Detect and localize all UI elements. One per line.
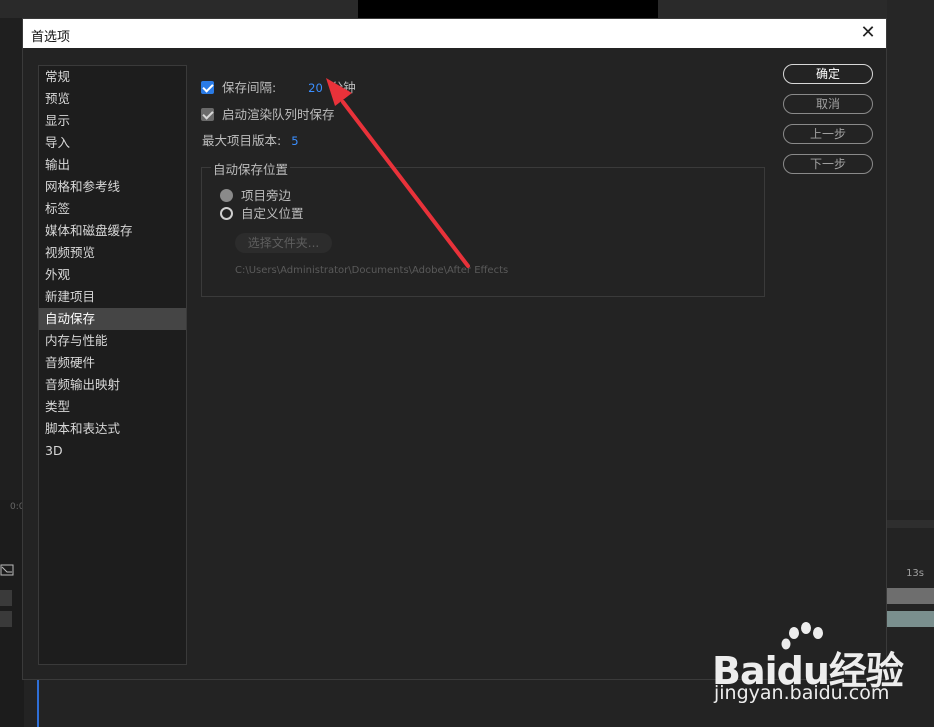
sidebar-item[interactable]: 内存与性能 bbox=[39, 330, 186, 352]
sidebar-item[interactable]: 显示 bbox=[39, 110, 186, 132]
radio-custom-location-label: 自定义位置 bbox=[240, 206, 304, 221]
autosave-location-legend: 自动保存位置 bbox=[211, 159, 291, 178]
sidebar-item[interactable]: 常规 bbox=[39, 66, 186, 88]
sidebar-item[interactable]: 外观 bbox=[39, 264, 186, 286]
save-interval-value[interactable]: 20 bbox=[308, 81, 323, 95]
baidu-watermark: Baidu经验 jingyan.baidu.com bbox=[712, 622, 912, 715]
layer-switch[interactable] bbox=[0, 590, 12, 606]
radio-custom-location-row: 自定义位置 bbox=[220, 203, 304, 222]
sidebar-item[interactable]: 新建项目 bbox=[39, 286, 186, 308]
max-versions-row: 最大项目版本: 5 bbox=[202, 130, 299, 149]
sidebar-item[interactable]: 音频硬件 bbox=[39, 352, 186, 374]
max-versions-label: 最大项目版本: bbox=[202, 133, 282, 148]
dialog-title: 首选项 bbox=[31, 30, 71, 45]
save-interval-row: 保存间隔: 20 分钟 bbox=[201, 77, 356, 96]
sidebar-item[interactable]: 脚本和表达式 bbox=[39, 418, 186, 440]
timeline-time-marker: 13s bbox=[906, 568, 924, 579]
sidebar-item[interactable]: 标签 bbox=[39, 198, 186, 220]
render-queue-row: 启动渲染队列时保存 bbox=[201, 104, 335, 123]
sidebar-item[interactable]: 媒体和磁盘缓存 bbox=[39, 220, 186, 242]
sidebar-item[interactable]: 预览 bbox=[39, 88, 186, 110]
preferences-sidebar: 常规 预览 显示 导入 输出 网格和参考线 标签 媒体和磁盘缓存 视频预览 外观 新建项目 自动保存内… bbox=[38, 65, 187, 665]
sidebar-item[interactable]: 3D bbox=[39, 440, 186, 462]
sidebar-item[interactable]: 输出 bbox=[39, 154, 186, 176]
watermark-url: jingyan.baidu.com bbox=[714, 682, 890, 704]
next-button[interactable]: 下一步 bbox=[783, 154, 873, 174]
choose-folder-button[interactable]: 选择文件夹... bbox=[235, 233, 332, 253]
render-queue-label: 启动渲染队列时保存 bbox=[221, 107, 335, 122]
dialog-titlebar: 首选项 ✕ bbox=[23, 19, 886, 48]
radio-next-to-project-row: 项目旁边 bbox=[220, 185, 291, 204]
save-interval-label: 保存间隔: bbox=[221, 80, 277, 95]
sidebar-item[interactable]: 导入 bbox=[39, 132, 186, 154]
render-queue-checkbox[interactable] bbox=[201, 108, 214, 121]
sidebar-item[interactable]: 音频输出映射 bbox=[39, 374, 186, 396]
cancel-button[interactable]: 取消 bbox=[783, 94, 873, 114]
autosave-path: C:\Users\Administrator\Documents\Adobe\A… bbox=[235, 265, 509, 276]
radio-custom-location[interactable] bbox=[220, 207, 233, 220]
layer-switch[interactable] bbox=[0, 611, 12, 627]
save-interval-checkbox[interactable] bbox=[201, 81, 214, 94]
playhead[interactable] bbox=[37, 680, 39, 727]
save-interval-unit: 分钟 bbox=[330, 80, 356, 95]
max-versions-value[interactable]: 5 bbox=[291, 134, 298, 148]
ok-button[interactable]: 确定 bbox=[783, 64, 873, 84]
app-background-right bbox=[887, 0, 934, 500]
graph-editor-icon[interactable] bbox=[0, 563, 14, 577]
timeline-layer-bar[interactable] bbox=[887, 588, 934, 604]
composition-viewer bbox=[358, 0, 658, 18]
radio-next-to-project-label: 项目旁边 bbox=[240, 188, 291, 203]
preferences-dialog: 首选项 ✕ 常规 预览 显示 导入 输出 网格和参考线 标签 媒体和磁盘缓存 视频预览 外观 新建项… bbox=[22, 18, 887, 680]
radio-next-to-project[interactable] bbox=[220, 189, 233, 202]
close-icon[interactable]: ✕ bbox=[858, 23, 878, 43]
sidebar-item[interactable]: 自动保存 bbox=[39, 308, 186, 330]
sidebar-item[interactable]: 网格和参考线 bbox=[39, 176, 186, 198]
previous-button[interactable]: 上一步 bbox=[783, 124, 873, 144]
timeline-ruler bbox=[887, 520, 934, 528]
sidebar-item[interactable]: 视频预览 bbox=[39, 242, 186, 264]
sidebar-item[interactable]: 类型 bbox=[39, 396, 186, 418]
